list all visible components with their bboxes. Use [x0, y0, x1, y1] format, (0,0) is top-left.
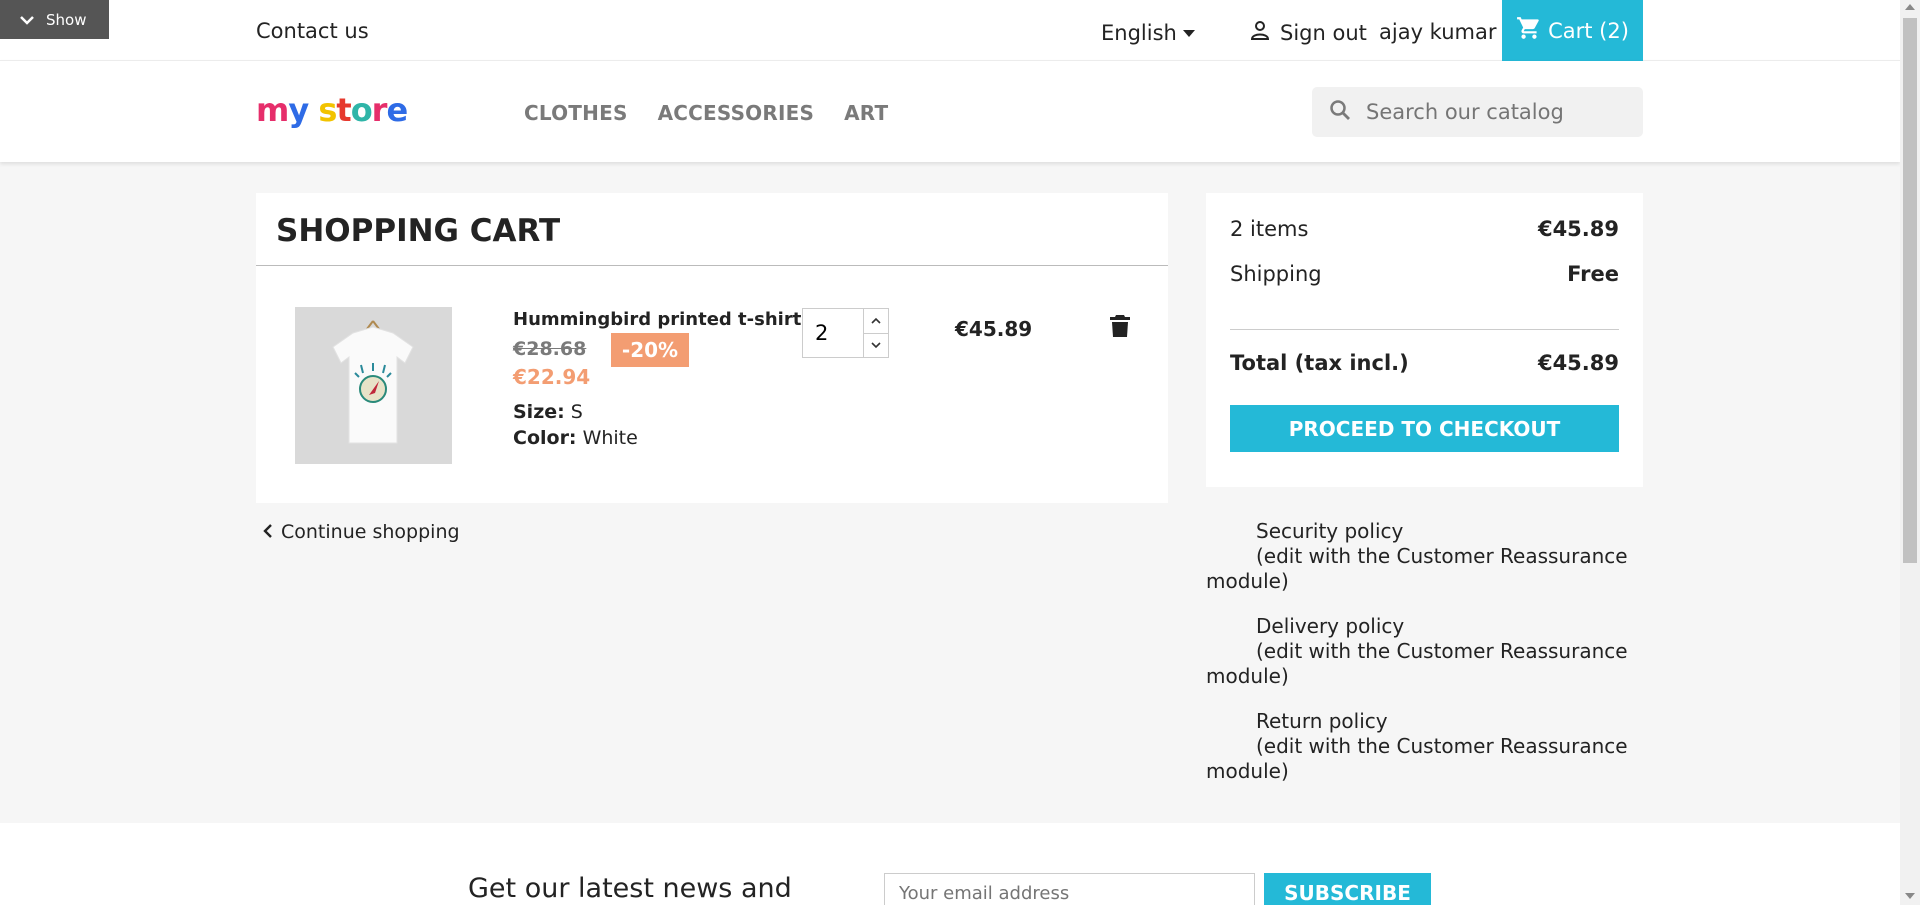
summary-total-row: Total (tax incl.) €45.89 — [1230, 351, 1619, 375]
continue-shopping-link[interactable]: Continue shopping — [263, 521, 460, 543]
user-icon — [1248, 18, 1272, 47]
chevron-left-icon — [263, 521, 273, 543]
discount-badge: -20% — [611, 333, 689, 367]
chevron-down-icon — [20, 11, 34, 29]
search-box — [1312, 87, 1643, 137]
search-input[interactable] — [1366, 100, 1616, 124]
contact-us-link[interactable]: Contact us — [256, 19, 369, 43]
scroll-up-icon[interactable] — [1905, 4, 1915, 10]
shopping-cart-icon — [1516, 15, 1542, 46]
scrollbar-thumb[interactable] — [1903, 18, 1917, 563]
logo-letter: m — [256, 91, 289, 129]
top-bar: Show Contact us English Sign out ajay ku… — [0, 0, 1900, 61]
logo-letter: e — [386, 91, 408, 129]
page-title: SHOPPING CART — [276, 213, 561, 249]
color-attribute: Color: White — [513, 427, 638, 449]
reassurance-note: (edit with the Customer Reassurance — [1256, 639, 1628, 663]
reassurance-note: (edit with the Customer Reassurance — [1256, 544, 1628, 568]
logo-letter: y — [288, 91, 309, 129]
reassurance-title: Delivery policy — [1256, 614, 1405, 638]
chevron-down-icon[interactable] — [864, 334, 888, 358]
product-image[interactable] — [295, 307, 452, 464]
summary-items-row: 2 items €45.89 — [1230, 217, 1619, 241]
reassurance-title: Security policy — [1256, 519, 1404, 543]
trash-icon[interactable] — [1110, 314, 1130, 342]
vertical-scrollbar[interactable] — [1900, 0, 1920, 905]
account-link[interactable]: ajay kumar — [1379, 20, 1496, 44]
cart-label: Cart (2) — [1548, 18, 1629, 43]
total-value: €45.89 — [1537, 351, 1619, 375]
quantity-input[interactable] — [803, 309, 863, 357]
scroll-down-icon[interactable] — [1905, 893, 1915, 899]
sign-out-link[interactable]: Sign out — [1248, 18, 1367, 47]
newsletter-footer: Get our latest news and SUBSCRIBE — [0, 823, 1900, 905]
reassurance-security: Security policy (edit with the Customer … — [1206, 519, 1643, 594]
discounted-price: €22.94 — [513, 365, 591, 389]
language-label: English — [1101, 21, 1177, 45]
shipping-value: Free — [1567, 262, 1619, 286]
reassurance-note: (edit with the Customer Reassurance — [1256, 734, 1628, 758]
items-count-label: 2 items — [1230, 217, 1309, 241]
reassurance-return: Return policy (edit with the Customer Re… — [1206, 709, 1643, 784]
logo-letter: t — [336, 91, 351, 129]
size-attribute: Size: S — [513, 401, 583, 423]
product-name-link[interactable]: Hummingbird printed t-shirt — [513, 309, 801, 330]
logo-letter: o — [350, 91, 373, 129]
show-toggle-label: Show — [46, 10, 87, 29]
shopping-cart-panel: SHOPPING CART Hummingbird printed t-shir… — [256, 193, 1168, 503]
cart-summary: 2 items €45.89 Shipping Free Total (tax … — [1206, 193, 1643, 487]
show-toggle-button[interactable]: Show — [0, 0, 109, 39]
nav-item-clothes[interactable]: CLOTHES — [524, 101, 628, 125]
continue-shopping-label: Continue shopping — [281, 521, 460, 543]
sign-out-label: Sign out — [1280, 20, 1367, 45]
line-total: €45.89 — [955, 317, 1033, 341]
shipping-label: Shipping — [1230, 262, 1322, 286]
quantity-stepper — [802, 308, 889, 358]
total-label: Total (tax incl.) — [1230, 351, 1409, 375]
color-value: White — [582, 427, 638, 449]
color-label: Color: — [513, 427, 577, 449]
reassurance-delivery: Delivery policy (edit with the Customer … — [1206, 614, 1643, 689]
newsletter-heading: Get our latest news and — [468, 873, 792, 904]
language-selector[interactable]: English — [1101, 21, 1195, 45]
subscribe-button[interactable]: SUBSCRIBE — [1264, 873, 1431, 905]
summary-shipping-row: Shipping Free — [1230, 262, 1619, 286]
reassurance-note-cont: module) — [1206, 569, 1289, 593]
items-subtotal: €45.89 — [1537, 217, 1619, 241]
quantity-spinner — [863, 309, 888, 357]
reassurance-title: Return policy — [1256, 709, 1388, 733]
divider — [1230, 329, 1619, 330]
email-field[interactable] — [884, 873, 1255, 905]
reassurance-note-cont: module) — [1206, 664, 1289, 688]
size-value: S — [570, 401, 583, 423]
store-logo[interactable]: my store — [256, 91, 408, 129]
regular-price: €28.68 — [513, 338, 587, 360]
main-header: my store CLOTHES ACCESSORIES ART — [0, 61, 1900, 162]
proceed-to-checkout-button[interactable]: PROCEED TO CHECKOUT — [1230, 405, 1619, 452]
caret-down-icon — [1182, 29, 1195, 37]
logo-letter — [308, 91, 318, 129]
logo-letter: s — [318, 91, 337, 129]
reassurance-note-cont: module) — [1206, 759, 1289, 783]
size-label: Size: — [513, 401, 565, 423]
category-nav: CLOTHES ACCESSORIES ART — [524, 101, 888, 125]
chevron-up-icon[interactable] — [864, 309, 888, 334]
logo-letter: r — [371, 91, 388, 129]
nav-item-art[interactable]: ART — [844, 101, 888, 125]
search-icon[interactable] — [1328, 98, 1352, 126]
cart-button[interactable]: Cart (2) — [1502, 0, 1643, 61]
nav-item-accessories[interactable]: ACCESSORIES — [658, 101, 815, 125]
divider — [256, 265, 1168, 266]
